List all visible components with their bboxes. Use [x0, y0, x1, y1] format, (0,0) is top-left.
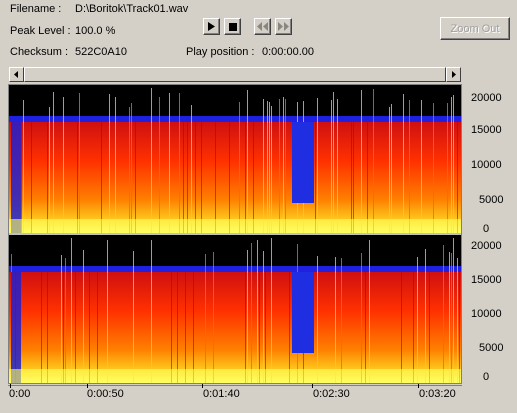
scroll-thumb[interactable]	[24, 67, 446, 82]
zoom-out-label: Zoom Out	[450, 22, 500, 35]
filename-value: D:\Boritok\Track01.wav	[75, 3, 189, 15]
y-tick-top-0: 0	[483, 223, 490, 235]
y-tick-bottom-15000: 15000	[471, 274, 502, 286]
scroll-right-button[interactable]	[446, 67, 461, 82]
arrow-right-icon	[452, 71, 456, 78]
time-tick-1: 0:00:50	[87, 388, 124, 400]
fast-forward-icon	[278, 22, 289, 31]
time-tick-mark-3	[312, 384, 313, 388]
spectrogram-frame[interactable]	[8, 84, 462, 384]
zoom-out-button[interactable]: Zoom Out	[440, 17, 510, 40]
time-tick-3: 0:02:30	[313, 388, 350, 400]
stop-icon	[228, 22, 237, 31]
arrow-left-icon	[14, 71, 18, 78]
y-tick-bottom-10000: 10000	[471, 308, 502, 320]
y-tick-top-20000: 20000	[471, 92, 502, 104]
spectrogram[interactable]	[9, 85, 461, 383]
channel-divider	[9, 233, 461, 235]
time-tick-mark-4	[418, 384, 419, 388]
play-position-label: Play position :	[186, 46, 255, 58]
channel-bottom	[9, 235, 461, 383]
filename-label: Filename :	[10, 3, 62, 15]
time-axis-line	[8, 385, 462, 386]
checksum-value: 522C0A10	[75, 46, 127, 58]
y-tick-top-15000: 15000	[471, 124, 502, 136]
y-tick-top-10000: 10000	[471, 159, 502, 171]
rewind-icon	[257, 22, 268, 31]
channel-top	[9, 85, 461, 233]
checksum-label: Checksum :	[10, 46, 69, 58]
y-tick-top-5000: 5000	[479, 194, 504, 206]
horizontal-scrollbar[interactable]	[9, 67, 461, 82]
play-button[interactable]	[203, 18, 220, 35]
fast-forward-button[interactable]	[275, 18, 292, 35]
peak-level-value: 100.0 %	[75, 25, 116, 37]
y-tick-bottom-0: 0	[483, 371, 490, 383]
time-tick-mark-2	[202, 384, 203, 388]
scroll-left-button[interactable]	[9, 67, 24, 82]
rewind-button[interactable]	[254, 18, 271, 35]
time-tick-mark-0	[10, 384, 11, 388]
y-tick-bottom-20000: 20000	[471, 240, 502, 252]
stop-button[interactable]	[224, 18, 241, 35]
y-tick-bottom-5000: 5000	[479, 342, 504, 354]
time-tick-4: 0:03:20	[419, 388, 456, 400]
peak-level-label: Peak Level :	[10, 25, 71, 37]
play-icon	[208, 22, 215, 31]
time-tick-2: 0:01:40	[203, 388, 240, 400]
time-tick-mark-1	[87, 384, 88, 388]
time-tick-0: 0:00	[9, 388, 31, 400]
play-position-value: 0:00:00.00	[262, 46, 314, 58]
